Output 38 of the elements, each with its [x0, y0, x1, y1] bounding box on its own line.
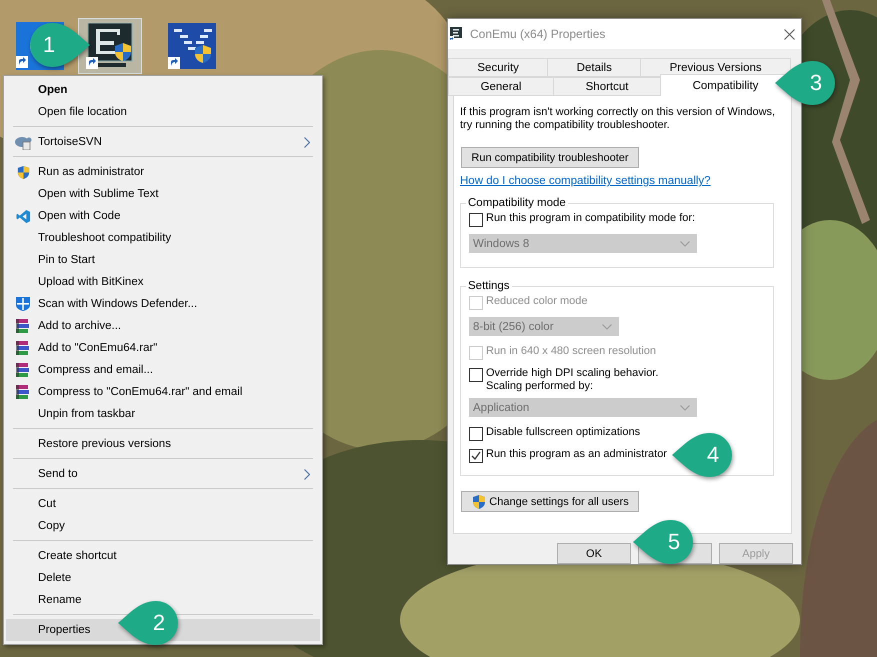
menu-item-label: Restore previous versions [38, 438, 171, 450]
menu-item-label: Open with Sublime Text [38, 188, 159, 200]
step-callout-tooltip: 3 [775, 61, 835, 105]
menu-item-label: Open file location [38, 106, 127, 118]
window-title: ConEmu (x64) Properties [470, 27, 606, 41]
menu-item-label: Rename [38, 594, 82, 606]
checkbox-label: Run in 640 x 480 screen resolution [486, 345, 656, 358]
step-callout-tooltip: 4 [672, 433, 732, 477]
menu-item-label: Add to archive... [38, 320, 122, 332]
menu-item-label: Troubleshoot compatibility [38, 232, 172, 244]
menu-item-label: Add to "ConEmu64.rar" [38, 342, 158, 354]
menu-item-label: Upload with BitKinex [38, 276, 144, 288]
group-title: Settings [467, 280, 511, 292]
menu-item-label: Properties [38, 624, 90, 636]
intro-text: If this program isn't working correctly on this version of Windows, try running the compatibility troubleshooter. [460, 106, 776, 132]
menu-item-label: Pin to Start [38, 254, 95, 266]
menu-item-label: Open [38, 84, 68, 96]
menu-item-label: Run as administrator [38, 166, 144, 178]
menu-item-label: Compress and email... [38, 364, 154, 376]
checkbox-label: Run this program in compatibility mode for: [486, 212, 696, 225]
checkbox-label: Run this program as an administrator [486, 448, 667, 461]
step-callout-tooltip: 5 [633, 520, 693, 564]
checkbox-label: Disable fullscreen optimizations [486, 426, 640, 439]
step-callout-tooltip: 2 [118, 601, 178, 645]
menu-item-label: Scan with Windows Defender... [38, 298, 198, 310]
menu-item-label: Open with Code [38, 210, 120, 222]
menu-item-label: TortoiseSVN [38, 136, 102, 148]
group-title: Compatibility mode [467, 197, 567, 209]
checkbox-label: Reduced color mode [486, 295, 588, 308]
menu-item-label: Compress to "ConEmu64.rar" and email [38, 386, 242, 398]
menu-item-label: Unpin from taskbar [38, 408, 136, 420]
step-callout-tooltip: 1 [30, 23, 90, 67]
menu-item-label: Create shortcut [38, 550, 117, 562]
checkbox-label: Override high DPI scaling behavior. Scaling performed by: [486, 367, 658, 393]
menu-item-label: Send to [38, 468, 78, 480]
menu-item-label: Delete [38, 572, 72, 584]
menu-item-label: Copy [38, 520, 65, 532]
menu-item-label: Cut [38, 498, 56, 510]
